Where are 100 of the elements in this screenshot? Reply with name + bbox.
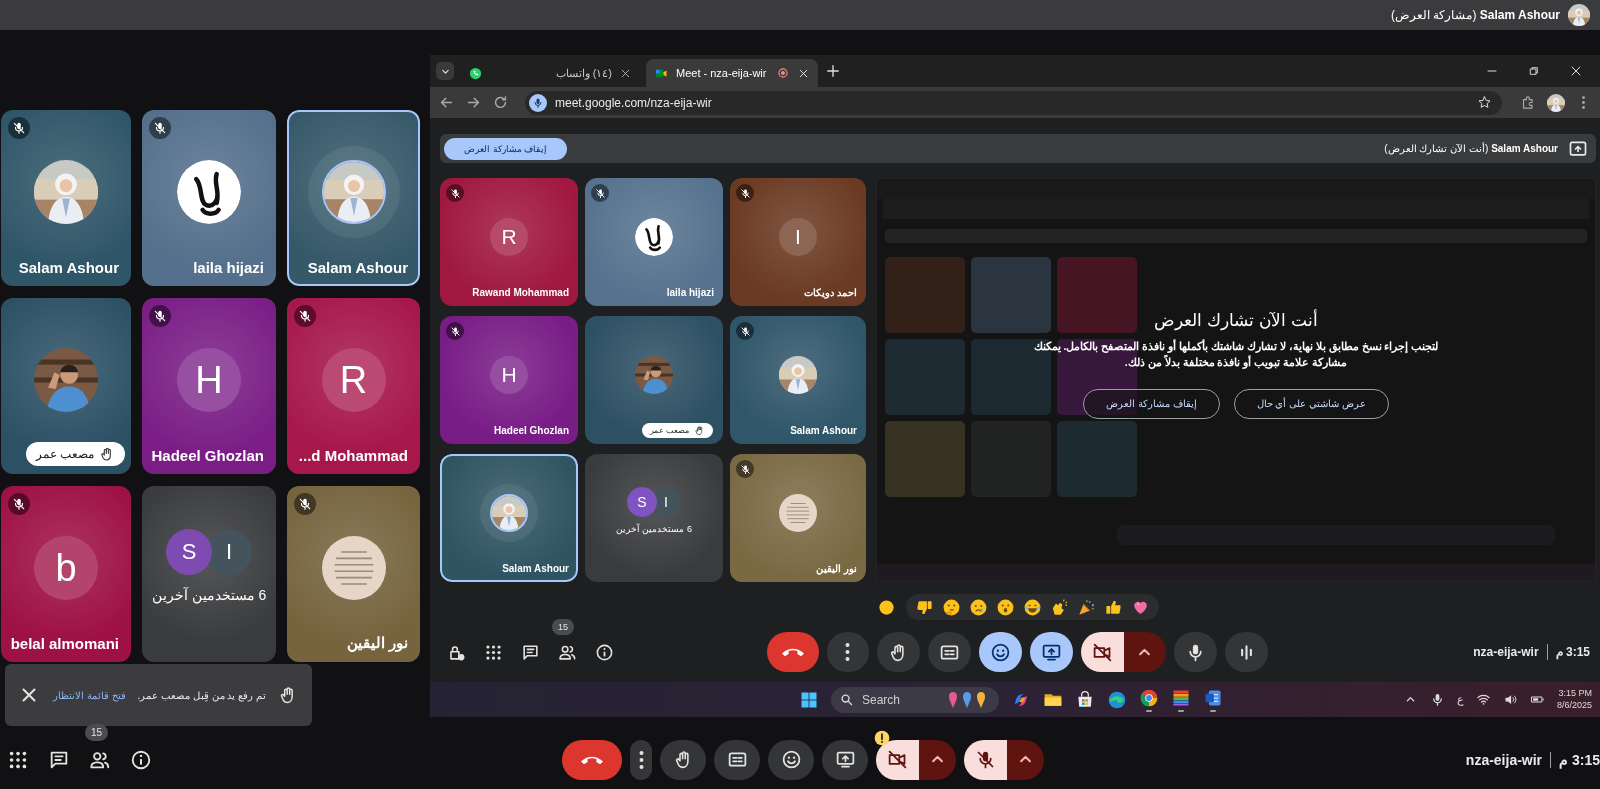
reactions-button[interactable] [768, 739, 814, 780]
browser-tab[interactable]: (١٤) واتساب [460, 59, 640, 87]
present-button[interactable] [822, 739, 868, 780]
avatar: R [490, 218, 528, 256]
hand-icon [694, 425, 705, 436]
dialog-button[interactable]: عرض شاشتي على أي حال [1233, 388, 1389, 419]
star-icon[interactable] [1477, 95, 1492, 110]
skin-tone-icon[interactable] [877, 597, 896, 617]
participant-name: laila hijazi [193, 259, 264, 276]
reload-icon[interactable] [492, 94, 509, 111]
notification-text: تم رفع يد من قِبل مصعب عمر. [137, 689, 266, 701]
meeting-time: 3:15 م [1555, 645, 1590, 659]
tab-title: Meet - nza-eija-wir [676, 67, 768, 79]
microphone-button[interactable] [1173, 632, 1217, 672]
wifi-icon[interactable] [1475, 692, 1491, 707]
search-input[interactable]: Search [860, 691, 941, 708]
participant-count: 6 مستخدمين آخرين [151, 587, 267, 603]
waiting-list-link[interactable]: فتح قائمة الانتظار [53, 689, 126, 701]
meeting-code: nza-eija-wir [1465, 751, 1543, 768]
laughing-face-icon[interactable] [1023, 597, 1042, 617]
participant-name: ...d Mohammad [298, 447, 408, 464]
language-indicator[interactable]: ع [1456, 693, 1464, 706]
participant-name: laila hijazi [666, 287, 714, 298]
avatar: b [34, 536, 98, 600]
camera-off-icon [1091, 641, 1113, 663]
reactions-button[interactable] [978, 632, 1022, 672]
participant-name: احمد دويكات [804, 287, 857, 298]
site-info-icon[interactable] [529, 93, 547, 112]
apps-icon [483, 642, 503, 662]
crying-face-icon[interactable] [969, 597, 988, 617]
url-text: meet.google.com/nza-eija-wir [555, 95, 713, 110]
raise-hand-button[interactable] [876, 632, 920, 672]
microphone-off-icon [975, 749, 996, 770]
meeting-code: nza-eija-wir [1473, 645, 1539, 659]
captions-button[interactable] [714, 739, 760, 780]
raise-hand-button[interactable] [660, 739, 706, 780]
surprised-face-icon[interactable] [996, 597, 1015, 617]
browser-tab[interactable]: Meet - nza-eija-wir [646, 59, 818, 87]
stop-presenting-button[interactable]: إيقاف مشاركة العرض [444, 137, 567, 160]
camera-button[interactable] [876, 739, 919, 780]
meeting-time: 3:15 م [1559, 751, 1600, 768]
participant-name: Salam Ashour [502, 563, 569, 574]
participant-name: مصعب عمر [35, 447, 94, 461]
avatar: R [321, 348, 386, 412]
phone-icon [781, 647, 804, 657]
participant-name: نور اليقين [346, 634, 408, 652]
end-call-button[interactable] [766, 632, 819, 672]
participant-name: belal almomani [10, 635, 119, 652]
smiley-icon [989, 641, 1011, 663]
address-bar[interactable]: meet.google.com/nza-eija-wir [525, 90, 1502, 115]
phone-icon [581, 754, 603, 765]
present-icon [834, 749, 856, 770]
participant-name: Salam Ashour [790, 425, 857, 436]
new-tab-icon[interactable] [824, 62, 842, 80]
thinking-face-icon[interactable] [942, 597, 961, 617]
avatar: S [166, 529, 212, 575]
captions-button[interactable] [927, 632, 971, 672]
participant-name: Hadeel Ghozlan [494, 425, 569, 436]
tab-title: (١٤) واتساب [554, 66, 612, 80]
camera-button[interactable] [1080, 632, 1124, 672]
more-options-button[interactable] [826, 632, 869, 672]
more-icon [845, 643, 850, 661]
chat-bubble-icon [468, 65, 483, 81]
more-options-button[interactable] [630, 739, 652, 780]
participant-name: Salam Ashour [18, 259, 119, 276]
participant-name: Salam Ashour [307, 259, 408, 276]
camera-off-icon [887, 749, 908, 770]
count-badge: 15 [552, 619, 574, 635]
wave-icon[interactable] [1107, 689, 1127, 710]
participant-name: Hadeel Ghozlan [151, 447, 264, 464]
avatar: H [177, 348, 241, 412]
clapping-hands-icon[interactable] [1050, 597, 1069, 617]
chat-icon [520, 642, 540, 662]
dialog-message: لتجنب إجراء نسخ مطابق بلا نهاية، لا تشارك شاشتك بأكملها أو نافذة المتصفح بالكامل. يمكنك مشاركة علامة تبويب أو نافذة مختلفة بدلاً من ذلك. [1032, 339, 1440, 371]
caret-button[interactable] [1123, 632, 1166, 672]
avatar: H [490, 356, 528, 394]
more-icon [638, 750, 644, 769]
avatar: S [627, 486, 657, 517]
logo-icon [635, 218, 673, 256]
microphone-button[interactable] [964, 739, 1007, 780]
info-icon [130, 748, 152, 771]
tab-search-button[interactable] [436, 62, 454, 80]
search-icon [839, 692, 854, 707]
participant-name: مصعب عمر [649, 426, 689, 435]
dialog-title: أنت الآن تشارك العرض [1154, 310, 1318, 332]
participant-name: Rawand Mohammad [472, 287, 569, 298]
smiley-icon [780, 749, 802, 770]
participant-count: 6 مستخدمين آخرين [616, 523, 692, 534]
present-button[interactable] [1029, 632, 1073, 672]
audio-settings-button[interactable] [1224, 632, 1268, 672]
end-call-button[interactable] [562, 739, 622, 780]
party-popper-icon[interactable] [1077, 597, 1096, 617]
clock-date: 8/6/2025 [1556, 699, 1592, 712]
shopping-bag-icon[interactable] [1075, 689, 1095, 710]
ring-icon[interactable] [1139, 687, 1159, 708]
clock-time: 3:15 PM [1558, 687, 1592, 700]
info-icon [594, 642, 614, 662]
search-field[interactable]: Search [831, 686, 999, 713]
dialog-button[interactable]: إيقاف مشاركة العرض [1083, 388, 1220, 419]
avatar: I [779, 218, 817, 256]
